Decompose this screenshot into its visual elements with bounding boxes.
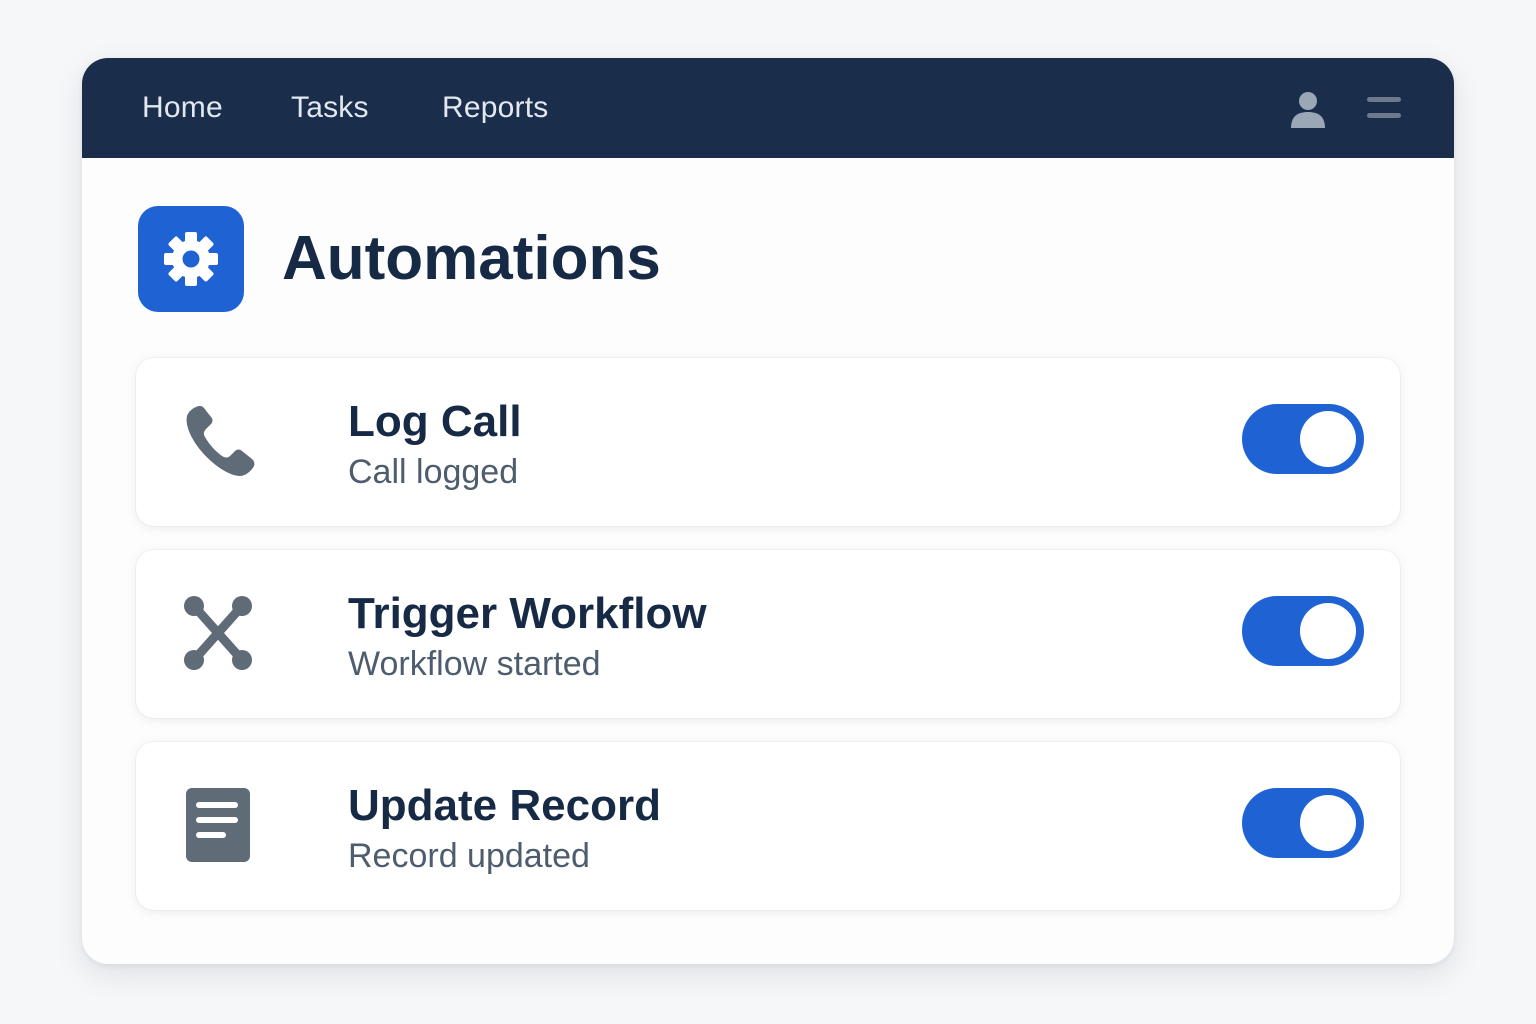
top-navbar: Home Tasks Reports [82, 58, 1454, 158]
toggle-knob [1300, 603, 1356, 659]
automation-card-update-record: Update Record Record updated [136, 742, 1400, 910]
nav-item-tasks[interactable]: Tasks [291, 58, 369, 158]
update-record-toggle[interactable] [1242, 788, 1364, 858]
automation-status: Record updated [348, 837, 590, 875]
automation-card-trigger-workflow: Trigger Workflow Workflow started [136, 550, 1400, 718]
log-call-toggle[interactable] [1242, 404, 1364, 474]
page-title: Automations [282, 224, 661, 293]
toggle-knob [1300, 411, 1356, 467]
phone-icon [182, 402, 258, 482]
automation-title: Log Call [348, 397, 522, 446]
nav-item-home[interactable]: Home [142, 58, 223, 158]
automation-card-log-call: Log Call Call logged [136, 358, 1400, 526]
automation-title: Trigger Workflow [348, 589, 707, 638]
nav-item-reports[interactable]: Reports [442, 58, 548, 158]
document-icon [182, 786, 258, 866]
trigger-workflow-toggle[interactable] [1242, 596, 1364, 666]
user-icon[interactable] [1288, 90, 1328, 130]
app-window: Home Tasks Reports Automations Log Call … [82, 58, 1454, 964]
menu-icon[interactable] [1366, 94, 1402, 124]
automation-title: Update Record [348, 781, 661, 830]
toggle-knob [1300, 795, 1356, 851]
header-badge [138, 206, 244, 312]
workflow-icon [182, 594, 258, 674]
automation-status: Call logged [348, 453, 519, 491]
gear-icon [164, 232, 218, 286]
automation-status: Workflow started [348, 645, 601, 683]
